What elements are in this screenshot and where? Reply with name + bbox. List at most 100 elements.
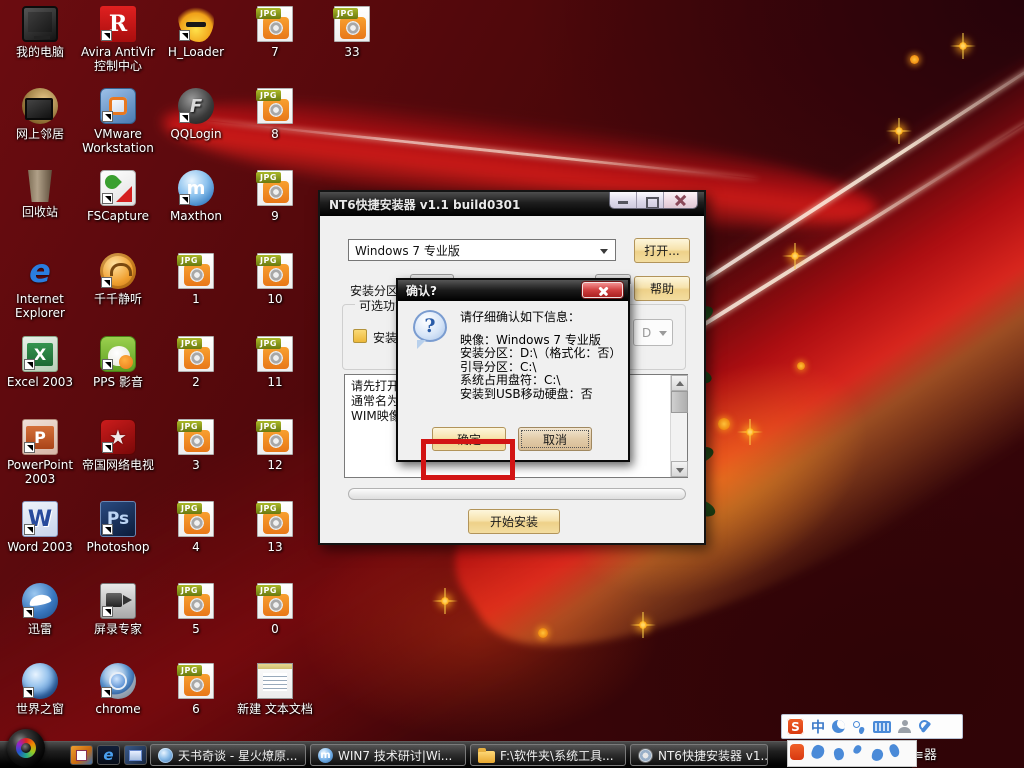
desktop-icon-thunder[interactable]: 迅雷 <box>2 583 78 636</box>
taskbar-button-maxthon-window[interactable]: m WIN7 技术研讨|Wi... <box>310 744 466 766</box>
chevron-down-icon <box>659 331 667 340</box>
desktop-icon-label: VMware Workstation <box>80 127 156 155</box>
shortcut-arrow-icon <box>102 606 113 617</box>
scrollbar-thumb[interactable] <box>671 391 688 413</box>
quicklaunch-show-desktop[interactable] <box>124 745 147 765</box>
desktop-icon-label: Avira AntiVir 控制中心 <box>80 45 156 73</box>
desktop-icon-jpg-13[interactable]: JPG 13 <box>237 501 313 554</box>
desktop-icon-vmware-workstation[interactable]: VMware Workstation <box>80 88 156 155</box>
desktop-icon-avira-antivir[interactable]: R Avira AntiVir 控制中心 <box>80 6 156 73</box>
desktop-icon-jpg-1[interactable]: JPG 1 <box>158 253 234 306</box>
desktop-icon-jpg-4[interactable]: JPG 4 <box>158 501 234 554</box>
desktop-icon-fscapture[interactable]: FSCapture <box>80 170 156 223</box>
globe-icon <box>158 748 173 763</box>
window-controls <box>609 192 698 209</box>
desktop-icon-empire-tv[interactable]: ★ 帝国网络电视 <box>80 419 156 472</box>
shortcut-arrow-icon <box>24 442 35 453</box>
desktop-icon-glyph: JPG <box>257 583 293 619</box>
desktop-icon-jpg-10[interactable]: JPG 10 <box>237 253 313 306</box>
desktop-icon-my-computer[interactable]: 我的电脑 <box>2 6 78 59</box>
ime-fullmoon-icon[interactable] <box>832 720 845 733</box>
ime-account-icon[interactable] <box>898 720 911 733</box>
desktop-icon-glyph: JPG <box>178 419 214 455</box>
desktop-icon-jpg-0[interactable]: JPG 0 <box>237 583 313 636</box>
shortcut-arrow-icon <box>179 112 190 123</box>
ime-punctuation-icon[interactable] <box>852 720 866 734</box>
desktop-icon-jpg-8[interactable]: JPG 8 <box>237 88 313 141</box>
quicklaunch-internet-explorer[interactable]: e <box>97 745 120 765</box>
desktop-icon-jpg-9[interactable]: JPG 9 <box>237 170 313 223</box>
desktop-icon-ttplayer[interactable]: 千千静听 <box>80 253 156 306</box>
desktop-icon-word-2003[interactable]: W Word 2003 <box>2 501 78 554</box>
ime-toolbar-ghost <box>787 740 917 767</box>
desktop-icon-glyph: W <box>22 501 58 537</box>
desktop-icon-recycle-bin[interactable]: 回收站 <box>2 170 78 219</box>
desktop-icon-label: Maxthon <box>158 209 234 223</box>
desktop-icon-label: Excel 2003 <box>2 375 78 389</box>
desktop-icon-network-places[interactable]: 网上邻居 <box>2 88 78 141</box>
desktop-icon-powerpoint-2003[interactable]: P PowerPoint 2003 <box>2 419 78 486</box>
desktop-icon-world-browser[interactable]: 世界之窗 <box>2 663 78 716</box>
close-icon[interactable] <box>582 282 623 298</box>
scroll-up-button[interactable] <box>671 375 688 391</box>
desktop-icon-jpg-7[interactable]: JPG 7 <box>237 6 313 59</box>
desktop-icon-label: 6 <box>158 702 234 716</box>
shortcut-arrow-icon <box>102 524 113 535</box>
desktop-icon-glyph: m <box>178 170 214 206</box>
desktop-icon-screen-recorder[interactable]: 屏录专家 <box>80 583 156 636</box>
desktop-icon-photoshop[interactable]: Ps Photoshop <box>80 501 156 554</box>
scrollbar[interactable] <box>670 375 687 477</box>
desktop-icon-qqlogin[interactable]: F QQLogin <box>158 88 234 141</box>
desktop-icon-glyph <box>22 583 58 619</box>
desktop-icon-excel-2003[interactable]: X Excel 2003 <box>2 336 78 389</box>
help-button[interactable]: 帮助 <box>634 276 690 301</box>
desktop-icon-jpg-12[interactable]: JPG 12 <box>237 419 313 472</box>
task-button-label: F:\软件夹\系统工具... <box>500 747 614 764</box>
desktop-icon-jpg-5[interactable]: JPG 5 <box>158 583 234 636</box>
taskbar-button-nt6-window[interactable]: NT6快捷安装器 v1... <box>630 744 768 766</box>
taskbar-button-game-window[interactable]: 天书奇谈 - 星火燎原... <box>150 744 306 766</box>
confirm-titlebar[interactable]: 确认? <box>398 280 628 301</box>
window-titlebar[interactable]: NT6快捷安装器 v1.1 build0301 <box>320 192 704 216</box>
desktop-icon-glyph: e <box>22 253 58 289</box>
window-title: NT6快捷安装器 v1.1 build0301 <box>329 196 520 213</box>
minimize-button[interactable] <box>610 192 637 208</box>
desktop-icon-pps[interactable]: PPS 影音 <box>80 336 156 389</box>
desktop-icon-label: 9 <box>237 209 313 223</box>
desktop-icon-internet-explorer[interactable]: e Internet Explorer <box>2 253 78 320</box>
scroll-down-button[interactable] <box>671 461 688 477</box>
desktop-icon-h-loader[interactable]: H_Loader <box>158 6 234 59</box>
desktop-icon-label: 1 <box>158 292 234 306</box>
confirm-body: ? 请仔细确认如下信息： 映像：Windows 7 专业版 安装分区：D:\（格… <box>398 301 628 460</box>
desktop-icon-glyph <box>178 6 214 42</box>
image-select-combobox[interactable]: Windows 7 专业版 <box>348 239 616 261</box>
desktop-icon-maxthon[interactable]: m Maxthon <box>158 170 234 223</box>
quicklaunch-fscapture[interactable] <box>70 745 93 765</box>
start-install-button[interactable]: 开始安装 <box>468 509 560 534</box>
desktop-icon-jpg-11[interactable]: JPG 11 <box>237 336 313 389</box>
desktop-icon-glyph: JPG <box>334 6 370 42</box>
sogou-logo-icon[interactable]: S <box>787 718 804 735</box>
desktop-icon-jpg-33[interactable]: JPG 33 <box>314 6 390 59</box>
cancel-button[interactable]: 取消 <box>518 427 592 451</box>
desktop-icon-glyph <box>257 663 293 699</box>
start-button[interactable] <box>7 729 45 767</box>
close-button[interactable] <box>664 192 697 208</box>
ok-button[interactable]: 确定 <box>432 427 506 451</box>
desktop-icon-jpg-2[interactable]: JPG 2 <box>158 336 234 389</box>
desktop-icon-new-text-doc[interactable]: 新建 文本文档 <box>237 663 313 716</box>
ime-softkeyboard-icon[interactable] <box>873 721 891 733</box>
desktop-icon-glyph: ★ <box>100 419 136 455</box>
desktop-icon-jpg-6[interactable]: JPG 6 <box>158 663 234 716</box>
ime-chinese-mode-icon[interactable]: 中 <box>811 717 825 737</box>
maximize-button[interactable] <box>637 192 664 208</box>
desktop-icon-glyph: X <box>22 336 58 372</box>
desktop-icon-chrome[interactable]: chrome <box>80 663 156 716</box>
detail-install-partition: 安装分区：D:\（格式化：否） <box>460 347 621 360</box>
install-checkbox[interactable] <box>353 329 367 343</box>
desktop-icon-jpg-3[interactable]: JPG 3 <box>158 419 234 472</box>
open-button[interactable]: 打开... <box>634 238 690 263</box>
ime-settings-icon[interactable] <box>918 720 932 734</box>
taskbar-button-explorer-window[interactable]: F:\软件夹\系统工具... <box>470 744 626 766</box>
drive-letter-dropdown[interactable]: D <box>633 319 673 346</box>
